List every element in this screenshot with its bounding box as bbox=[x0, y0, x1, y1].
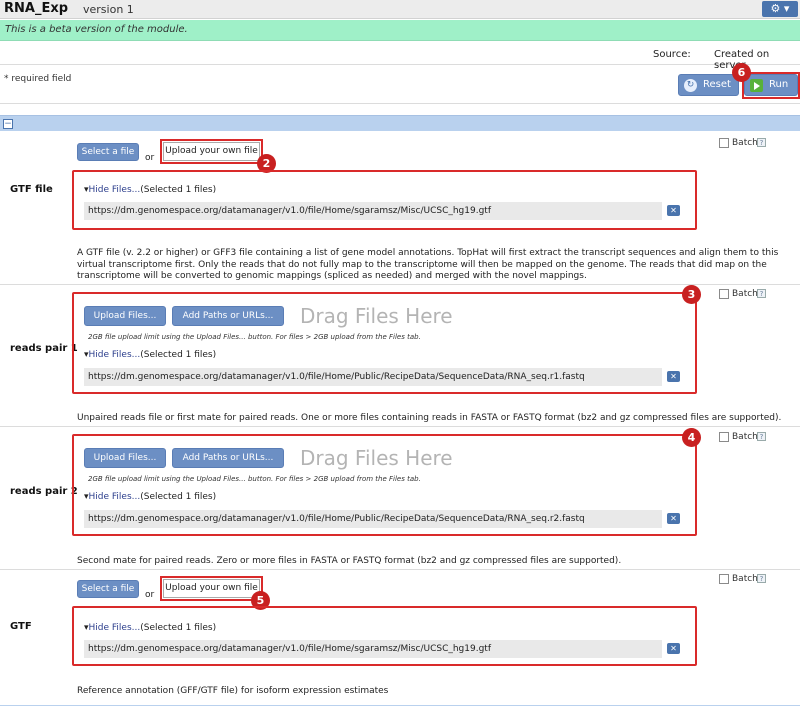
source-label: Source: bbox=[653, 49, 691, 60]
param-description: Second mate for paired reads. Zero or mo… bbox=[77, 556, 622, 566]
param-description: Reference annotation (GFF/GTF file) for … bbox=[77, 686, 389, 696]
batch-checkbox[interactable] bbox=[719, 138, 729, 148]
help-icon[interactable]: ? bbox=[757, 432, 766, 441]
batch-checkbox[interactable] bbox=[719, 289, 729, 299]
parameter-section-header[interactable] bbox=[0, 115, 800, 131]
collapse-icon[interactable]: − bbox=[3, 119, 13, 129]
divider bbox=[0, 426, 800, 427]
beta-message: This is a beta version of the module. bbox=[5, 24, 188, 35]
upload-files-button[interactable]: Upload Files... bbox=[84, 306, 166, 326]
selected-file-url: https://dm.genomespace.org/datamanager/v… bbox=[84, 510, 662, 528]
module-version: version 1 bbox=[83, 3, 134, 16]
upload-limit-note: 2GB file upload limit using the Upload F… bbox=[88, 475, 421, 483]
reset-icon: ↻ bbox=[684, 79, 697, 92]
add-paths-button[interactable]: Add Paths or URLs... bbox=[172, 448, 284, 468]
hide-files-toggle[interactable]: ▾Hide Files...(Selected 1 files) bbox=[84, 623, 216, 633]
or-label: or bbox=[145, 153, 155, 163]
batch-checkbox[interactable] bbox=[719, 574, 729, 584]
beta-banner: This is a beta version of the module. bbox=[0, 20, 800, 41]
selected-file-url: https://dm.genomespace.org/datamanager/v… bbox=[84, 640, 662, 658]
param-label-gtf-file: GTF file bbox=[10, 184, 53, 195]
help-icon[interactable]: ? bbox=[757, 289, 766, 298]
help-icon[interactable]: ? bbox=[757, 138, 766, 147]
drag-files-dropzone[interactable]: Drag Files Here bbox=[300, 446, 453, 470]
drag-files-dropzone[interactable]: Drag Files Here bbox=[300, 304, 453, 328]
hide-files-toggle[interactable]: ▾Hide Files...(Selected 1 files) bbox=[84, 350, 216, 360]
divider bbox=[0, 705, 800, 706]
param-label-reads-pair-2: reads pair 2 bbox=[10, 486, 78, 497]
hide-files-toggle[interactable]: ▾Hide Files...(Selected 1 files) bbox=[84, 492, 216, 502]
remove-file-icon[interactable]: ✕ bbox=[667, 643, 680, 654]
hide-files-toggle[interactable]: ▾Hide Files...(Selected 1 files) bbox=[84, 185, 216, 195]
param-description: Unpaired reads file or first mate for pa… bbox=[77, 413, 782, 423]
batch-label: Batch bbox=[732, 138, 758, 148]
upload-limit-note: 2GB file upload limit using the Upload F… bbox=[88, 333, 421, 341]
param-label-reads-pair-1: reads pair 1 bbox=[10, 343, 78, 354]
add-paths-button[interactable]: Add Paths or URLs... bbox=[172, 306, 284, 326]
divider bbox=[0, 284, 800, 285]
gear-menu-button[interactable]: ⚙ ▾ bbox=[762, 1, 798, 17]
file-list-highlight bbox=[72, 170, 697, 230]
select-file-button[interactable]: Select a file bbox=[77, 580, 139, 598]
batch-checkbox[interactable] bbox=[719, 432, 729, 442]
param-description: A GTF file (v. 2.2 or higher) or GFF3 fi… bbox=[77, 248, 779, 281]
upload-own-file-button[interactable]: Upload your own file bbox=[163, 579, 260, 598]
upload-files-button[interactable]: Upload Files... bbox=[84, 448, 166, 468]
callout-6: 6 bbox=[732, 63, 751, 82]
param-label-gtf: GTF bbox=[10, 621, 32, 632]
batch-label: Batch bbox=[732, 574, 758, 584]
divider bbox=[0, 569, 800, 570]
callout-3: 3 bbox=[682, 285, 701, 304]
remove-file-icon[interactable]: ✕ bbox=[667, 371, 680, 382]
module-title: RNA_Exp bbox=[4, 1, 69, 16]
batch-label: Batch bbox=[732, 432, 758, 442]
select-file-button[interactable]: Select a file bbox=[77, 143, 139, 161]
or-label: or bbox=[145, 590, 155, 600]
source-value: Created on server bbox=[714, 49, 770, 71]
play-icon bbox=[750, 79, 763, 92]
selected-file-url: https://dm.genomespace.org/datamanager/v… bbox=[84, 368, 662, 386]
divider bbox=[0, 103, 800, 104]
callout-4: 4 bbox=[682, 428, 701, 447]
selected-file-url: https://dm.genomespace.org/datamanager/v… bbox=[84, 202, 662, 220]
batch-label: Batch bbox=[732, 289, 758, 299]
upload-own-file-button[interactable]: Upload your own file bbox=[163, 142, 260, 161]
help-icon[interactable]: ? bbox=[757, 574, 766, 583]
required-field-note: * required field bbox=[4, 74, 72, 84]
remove-file-icon[interactable]: ✕ bbox=[667, 205, 680, 216]
remove-file-icon[interactable]: ✕ bbox=[667, 513, 680, 524]
divider bbox=[0, 64, 800, 65]
